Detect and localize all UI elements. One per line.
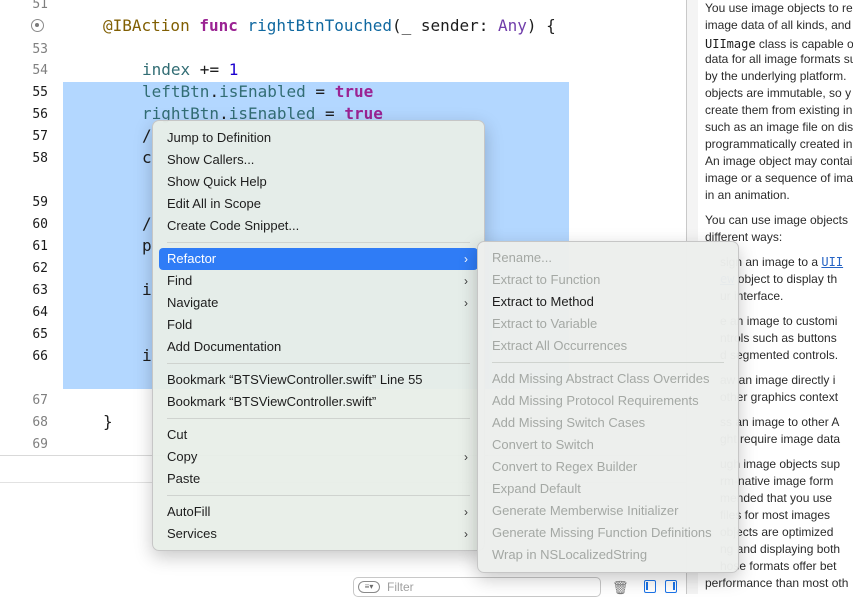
menu-separator — [167, 418, 470, 419]
menu-item-services[interactable]: Services › — [159, 523, 478, 545]
menu-item-bookmark-file[interactable]: Bookmark “BTSViewController.swift” — [159, 391, 478, 413]
doc-text: An image object may contai — [705, 154, 853, 168]
menu-item-add-documentation[interactable]: Add Documentation — [159, 336, 478, 358]
submenu-item-generate-memberwise-initializer[interactable]: Generate Memberwise Initializer — [484, 500, 732, 522]
chevron-right-icon: › — [464, 527, 468, 541]
doc-text: create them from existing in — [705, 103, 853, 117]
line-number: 58 — [32, 151, 48, 166]
line-number: 69 — [32, 437, 48, 452]
menu-item-show-quick-help[interactable]: Show Quick Help — [159, 171, 478, 193]
doc-text: by the underlying platform. — [705, 69, 847, 83]
line-number: 57 — [32, 129, 48, 144]
doc-text: programmatically created in — [705, 137, 853, 151]
doc-text: image data of all kinds, and — [705, 18, 852, 32]
line-number: 64 — [32, 305, 48, 320]
menu-item-bookmark-line[interactable]: Bookmark “BTSViewController.swift” Line … — [159, 369, 478, 391]
doc-text: performance than most oth — [705, 576, 849, 590]
code-line-66[interactable]: i — [142, 346, 152, 366]
line-number: 56 — [32, 107, 48, 122]
menu-separator — [167, 242, 470, 243]
submenu-item-convert-to-regex-builder[interactable]: Convert to Regex Builder — [484, 456, 732, 478]
menu-item-refactor[interactable]: Refactor › — [159, 248, 478, 270]
menu-item-jump-to-definition[interactable]: Jump to Definition — [159, 127, 478, 149]
submenu-item-extract-all-occurrences[interactable]: Extract All Occurrences — [484, 335, 732, 357]
doc-code: UIImage — [705, 37, 756, 51]
submenu-item-extract-to-method[interactable]: Extract to Method — [484, 291, 732, 313]
chevron-right-icon: › — [464, 274, 468, 288]
menu-item-create-code-snippet[interactable]: Create Code Snippet... — [159, 215, 478, 237]
submenu-item-rename[interactable]: Rename... — [484, 247, 732, 269]
doc-text: image or a sequence of ima — [705, 171, 853, 185]
code-line-52[interactable]: @IBAction func rightBtnTouched(_ sender:… — [103, 16, 556, 36]
doc-text: data for all image formats su — [705, 52, 853, 66]
menu-separator — [167, 363, 470, 364]
chevron-right-icon: › — [464, 505, 468, 519]
doc-text: You can use image objects — [705, 213, 848, 227]
breakpoint-icon[interactable] — [31, 19, 44, 32]
line-number: 54 — [32, 63, 48, 78]
line-number: 51 — [32, 0, 48, 12]
menu-item-paste[interactable]: Paste — [159, 468, 478, 490]
code-line-58[interactable]: c — [142, 148, 152, 168]
submenu-item-expand-default[interactable]: Expand Default — [484, 478, 732, 500]
doc-text: objects are immutable, so y — [705, 86, 852, 100]
menu-item-show-callers[interactable]: Show Callers... — [159, 149, 478, 171]
doc-link[interactable]: UII — [821, 255, 843, 269]
trash-icon[interactable]: 🗑 — [612, 580, 629, 595]
submenu-item-convert-to-switch[interactable]: Convert to Switch — [484, 434, 732, 456]
chevron-right-icon: › — [464, 296, 468, 310]
submenu-item-generate-missing-function-definitions[interactable]: Generate Missing Function Definitions — [484, 522, 732, 544]
menu-item-navigate[interactable]: Navigate › — [159, 292, 478, 314]
show-console-pane-icon[interactable] — [665, 580, 677, 593]
submenu-item-extract-to-variable[interactable]: Extract to Variable — [484, 313, 732, 335]
line-number: 55 — [32, 85, 48, 100]
code-line-57[interactable]: / — [142, 126, 152, 146]
submenu-item-wrap-in-nslocalizedstring[interactable]: Wrap in NSLocalizedString — [484, 544, 732, 566]
line-number: 60 — [32, 217, 48, 232]
filter-icon[interactable]: ≡▾ — [358, 581, 380, 593]
submenu-item-add-missing-protocol-requirements[interactable]: Add Missing Protocol Requirements — [484, 390, 732, 412]
doc-text: in an animation. — [705, 188, 790, 202]
doc-text: You use image objects to re — [705, 1, 853, 15]
show-variables-pane-icon[interactable] — [644, 580, 656, 593]
filter-field[interactable]: ≡▾ Filter — [353, 577, 601, 597]
line-number: 59 — [32, 195, 48, 210]
line-number: 53 — [32, 42, 48, 57]
submenu-item-extract-to-function[interactable]: Extract to Function — [484, 269, 732, 291]
code-line-55[interactable]: leftBtn.isEnabled = true — [142, 82, 373, 102]
menu-item-autofill[interactable]: AutoFill › — [159, 501, 478, 523]
menu-item-fold[interactable]: Fold — [159, 314, 478, 336]
chevron-right-icon: › — [464, 252, 468, 266]
chevron-right-icon: › — [464, 450, 468, 464]
code-line-68[interactable]: } — [103, 412, 113, 432]
doc-text: such as an image file on dis — [705, 120, 853, 134]
menu-separator — [167, 495, 470, 496]
line-number: 68 — [32, 415, 48, 430]
menu-item-find[interactable]: Find › — [159, 270, 478, 292]
line-number: 62 — [32, 261, 48, 276]
menu-item-copy[interactable]: Copy › — [159, 446, 478, 468]
submenu-item-add-missing-abstract-overrides[interactable]: Add Missing Abstract Class Overrides — [484, 368, 732, 390]
submenu-item-add-missing-switch-cases[interactable]: Add Missing Switch Cases — [484, 412, 732, 434]
context-menu: Jump to Definition Show Callers... Show … — [152, 120, 485, 551]
line-number: 63 — [32, 283, 48, 298]
code-line-60[interactable]: / — [142, 214, 152, 234]
code-line-54[interactable]: index += 1 — [142, 60, 238, 80]
line-number: 61 — [32, 239, 48, 254]
menu-item-edit-all-in-scope[interactable]: Edit All in Scope — [159, 193, 478, 215]
menu-separator — [492, 362, 724, 363]
line-number: 65 — [32, 327, 48, 342]
code-line-63[interactable]: i — [142, 280, 152, 300]
filter-placeholder: Filter — [387, 580, 414, 594]
refactor-submenu: Rename... Extract to Function Extract to… — [477, 241, 739, 573]
line-number: 67 — [32, 393, 48, 408]
code-line-61[interactable]: p — [142, 236, 152, 256]
menu-item-cut[interactable]: Cut — [159, 424, 478, 446]
line-number: 66 — [32, 349, 48, 364]
